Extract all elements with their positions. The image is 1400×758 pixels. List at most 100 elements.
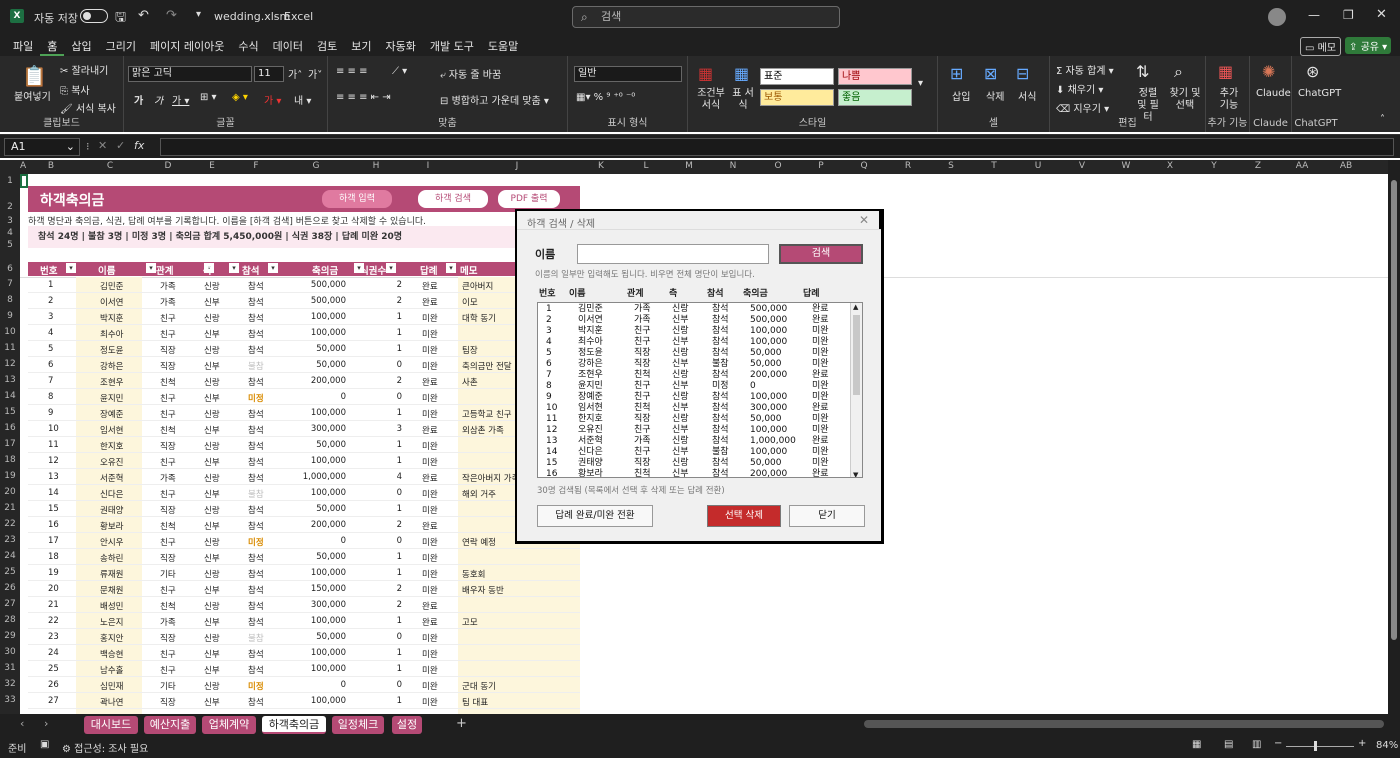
table-row[interactable]: 12 오유진 친구 신부 참석 100,000 1 미완 bbox=[28, 453, 580, 469]
row-header[interactable]: 2 bbox=[0, 202, 20, 212]
scroll-thumb[interactable] bbox=[1391, 180, 1397, 640]
list-item[interactable]: 12 오유진 친구 신부 참석 100,000 미완 bbox=[538, 425, 848, 436]
delete-cells-button[interactable]: 삭제 bbox=[986, 88, 1004, 103]
page-break-icon[interactable]: ▥ bbox=[1252, 739, 1261, 750]
guest-list[interactable]: 1 김민준 가족 신랑 참석 500,000 완료 2 이서연 가족 신부 참석 500,000 완료 3 박… bbox=[537, 302, 863, 478]
sheet-tab[interactable]: 대시보드 bbox=[84, 716, 138, 734]
list-item[interactable]: 1 김민준 가족 신랑 참석 500,000 완료 bbox=[538, 304, 848, 315]
row-header[interactable]: 5 bbox=[0, 240, 20, 250]
format-cells-button[interactable]: 서식 bbox=[1018, 88, 1036, 103]
row-header[interactable]: 9 bbox=[0, 311, 20, 321]
orientation-icon[interactable]: ⟋ ▾ bbox=[392, 66, 407, 77]
table-row[interactable]: 22 노은지 가족 신부 참석 100,000 1 완료 고모 bbox=[28, 613, 580, 629]
table-header-cell[interactable]: 축의금 bbox=[312, 263, 338, 277]
menu-item[interactable]: 도움말 bbox=[481, 38, 525, 56]
table-row[interactable]: 10 임서현 친척 신부 참석 300,000 3 완료 외삼촌 가족 bbox=[28, 421, 580, 437]
column-header[interactable]: Y bbox=[1192, 161, 1236, 171]
claude-button[interactable]: Claude bbox=[1256, 88, 1291, 99]
row-header[interactable]: 17 bbox=[0, 439, 20, 449]
table-row[interactable]: 7 조현우 친척 신랑 참석 200,000 2 완료 사촌 bbox=[28, 373, 580, 389]
row-header[interactable]: 26 bbox=[0, 583, 20, 593]
row-header[interactable]: 24 bbox=[0, 551, 20, 561]
table-row[interactable]: 23 홍지안 직장 신랑 불참 50,000 0 미완 bbox=[28, 629, 580, 645]
row-header[interactable]: 23 bbox=[0, 535, 20, 545]
dialog-close-button[interactable]: 닫기 bbox=[789, 505, 865, 527]
row-header[interactable]: 7 bbox=[0, 279, 20, 289]
row-header[interactable]: 20 bbox=[0, 487, 20, 497]
menu-item[interactable]: 삽입 bbox=[64, 38, 98, 56]
table-row[interactable]: 11 한지호 직장 신랑 참석 50,000 1 미완 bbox=[28, 437, 580, 453]
styles-more-icon[interactable]: ▾ bbox=[918, 78, 923, 89]
table-row[interactable]: 24 백승현 친구 신부 참석 100,000 1 미완 bbox=[28, 645, 580, 661]
zoom-level[interactable]: 84% bbox=[1376, 740, 1398, 751]
column-header[interactable]: M bbox=[668, 161, 710, 171]
table-header-cell[interactable]: 식권수 bbox=[360, 263, 386, 277]
format-painter-button[interactable]: 🖌 서식 복사 bbox=[60, 100, 116, 115]
addins-button[interactable]: 추가 기능 bbox=[1218, 88, 1240, 112]
list-scroll-thumb[interactable] bbox=[853, 315, 860, 395]
row-header[interactable]: 33 bbox=[0, 695, 20, 705]
claude-icon[interactable]: ✺ bbox=[1262, 62, 1275, 81]
column-header[interactable]: O bbox=[756, 161, 800, 171]
row-header[interactable]: 22 bbox=[0, 519, 20, 529]
sort-filter-icon[interactable]: ⇅ bbox=[1136, 62, 1149, 81]
table-row[interactable]: 1 김민준 가족 신랑 참석 500,000 2 완료 큰아버지 bbox=[28, 277, 580, 293]
filter-dropdown-icon[interactable]: ▾ bbox=[446, 263, 456, 273]
align-top-icon[interactable]: ≡ ≡ ≡ bbox=[336, 66, 368, 77]
column-header[interactable]: AA bbox=[1280, 161, 1324, 171]
avatar[interactable] bbox=[1268, 8, 1286, 26]
column-header[interactable]: U bbox=[1016, 161, 1060, 171]
row-header[interactable]: 4 bbox=[0, 228, 20, 238]
column-header[interactable]: J bbox=[456, 161, 578, 171]
format-table-button[interactable]: 표 서식 bbox=[730, 88, 756, 112]
list-item[interactable]: 14 신다은 친구 신부 불참 100,000 미완 bbox=[538, 447, 848, 458]
merge-center-button[interactable]: ⊟ 병합하고 가운데 맞춤 ▾ bbox=[440, 92, 549, 107]
table-row[interactable]: 4 최수아 친구 신부 참석 100,000 1 미완 bbox=[28, 325, 580, 341]
autosum-button[interactable]: Σ 자동 합계 ▾ bbox=[1056, 62, 1114, 77]
normal-view-icon[interactable]: ▦ bbox=[1192, 739, 1201, 750]
row-header[interactable]: 19 bbox=[0, 471, 20, 481]
list-item[interactable]: 4 최수아 친구 신부 참석 100,000 미완 bbox=[538, 337, 848, 348]
column-header[interactable]: X bbox=[1148, 161, 1192, 171]
row-header[interactable]: 14 bbox=[0, 391, 20, 401]
chatgpt-button[interactable]: ChatGPT bbox=[1298, 88, 1341, 99]
row-header[interactable]: 18 bbox=[0, 455, 20, 465]
row-header[interactable]: 1 bbox=[0, 176, 20, 186]
row-header[interactable]: 27 bbox=[0, 599, 20, 609]
close-icon[interactable]: ✕ bbox=[1376, 7, 1387, 22]
search-box[interactable]: ⌕ 검색 bbox=[572, 6, 840, 28]
font-name-select[interactable]: 맑은 고딕 bbox=[128, 66, 252, 82]
list-item[interactable]: 3 박지훈 친구 신랑 참석 100,000 미완 bbox=[538, 326, 848, 337]
table-row[interactable]: 16 황보라 친척 신부 참석 200,000 2 완료 bbox=[28, 517, 580, 533]
row-header[interactable]: 31 bbox=[0, 663, 20, 673]
column-header[interactable]: D bbox=[144, 161, 192, 171]
list-item[interactable]: 9 장예준 친구 신랑 참석 100,000 미완 bbox=[538, 392, 848, 403]
font-size-select[interactable]: 11 bbox=[254, 66, 284, 82]
menu-item[interactable]: 데이터 bbox=[266, 38, 310, 56]
collapse-ribbon-icon[interactable]: ˄ bbox=[1380, 114, 1385, 125]
minimize-icon[interactable]: — bbox=[1308, 8, 1320, 22]
table-header-cell[interactable]: 참석 bbox=[242, 263, 259, 277]
list-item[interactable]: 15 권태양 직장 신랑 참석 50,000 미완 bbox=[538, 458, 848, 469]
conditional-format-button[interactable]: 조건부 서식 bbox=[694, 88, 728, 112]
table-row[interactable]: 19 류재원 기타 신랑 참석 100,000 1 미완 동호회 bbox=[28, 565, 580, 581]
zoom-thumb[interactable] bbox=[1314, 741, 1317, 751]
cut-button[interactable]: ✂ 잘라내기 bbox=[60, 62, 108, 77]
column-header[interactable]: V bbox=[1060, 161, 1104, 171]
menu-item[interactable]: 개발 도구 bbox=[423, 38, 481, 56]
row-header[interactable]: 32 bbox=[0, 679, 20, 689]
clear-button[interactable]: ⌫ 지우기 ▾ bbox=[1056, 100, 1109, 115]
paste-button[interactable]: 붙여넣기 bbox=[14, 88, 51, 103]
menu-item[interactable]: 홈 bbox=[40, 38, 65, 56]
conditional-format-icon[interactable]: ▦ bbox=[698, 64, 713, 83]
row-header[interactable]: 8 bbox=[0, 295, 20, 305]
table-header-cell[interactable]: 번호 bbox=[40, 263, 57, 277]
dialog-close-icon[interactable]: ✕ bbox=[859, 213, 869, 227]
insert-function-icon[interactable]: fx bbox=[134, 139, 144, 152]
row-header[interactable]: 16 bbox=[0, 423, 20, 433]
copy-button[interactable]: ⎘ 복사 bbox=[60, 82, 90, 97]
row-header[interactable]: 28 bbox=[0, 615, 20, 625]
zoom-slider[interactable] bbox=[1286, 746, 1354, 747]
filter-dropdown-icon[interactable]: ▾ bbox=[66, 263, 76, 273]
column-header[interactable]: F bbox=[232, 161, 280, 171]
